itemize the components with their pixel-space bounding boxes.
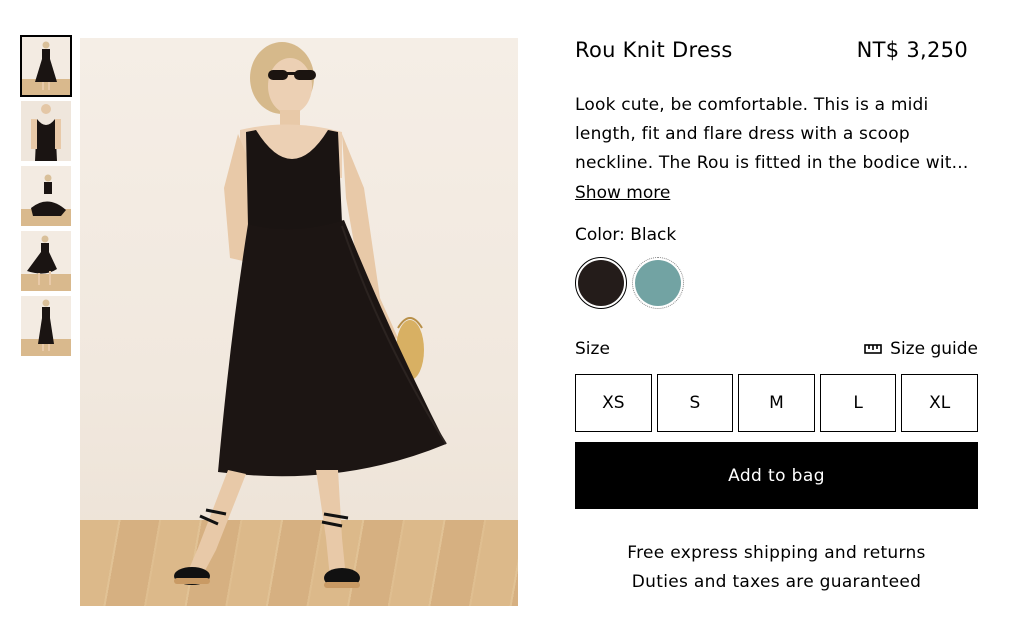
size-m-button[interactable]: M <box>738 374 815 432</box>
title-row: Rou Knit Dress NT$ 3,250 <box>575 38 978 74</box>
thumbnail-4[interactable] <box>21 231 71 291</box>
ruler-icon <box>864 344 882 354</box>
size-xl-button[interactable]: XL <box>901 374 978 432</box>
swatch-teal-dot <box>635 260 681 306</box>
thumbnail-3[interactable] <box>21 166 71 226</box>
thumbnail-5[interactable] <box>21 296 71 356</box>
color-swatches <box>575 257 978 309</box>
swatch-black-dot <box>578 260 624 306</box>
add-to-bag-button[interactable]: Add to bag <box>575 442 978 509</box>
description-line: length, fit and flare dress with a scoop <box>575 124 910 144</box>
color-label: Color: Black <box>575 225 677 245</box>
size-header: Size Size guide <box>575 337 978 361</box>
size-l-button[interactable]: L <box>819 374 897 432</box>
size-xs-button[interactable]: XS <box>575 374 652 432</box>
thumbnail-2[interactable] <box>21 101 71 161</box>
description-line: neckline. The Rou is fitted in the bodic… <box>575 153 969 173</box>
shipping-note: Free express shipping and returns <box>627 543 926 563</box>
product-title: Rou Knit Dress <box>575 38 733 62</box>
size-guide-link[interactable]: Size guide <box>864 339 978 359</box>
size-options: XS S M L XL <box>575 374 978 432</box>
product-description: Look cute, be comfortable. This is a mid… <box>575 91 975 178</box>
model-figure <box>174 42 447 588</box>
thumbnail-1[interactable] <box>20 35 72 97</box>
swatch-black[interactable] <box>575 257 627 309</box>
thumbnail-gallery <box>20 35 73 361</box>
product-info: Rou Knit Dress NT$ 3,250 Look cute, be c… <box>575 38 978 597</box>
show-more-link[interactable]: Show more <box>575 183 670 203</box>
size-label: Size <box>575 339 610 359</box>
product-photo <box>80 38 518 606</box>
swatch-teal[interactable] <box>632 257 684 309</box>
shipping-notes: Free express shipping and returns Duties… <box>575 539 978 597</box>
size-s-button[interactable]: S <box>656 374 734 432</box>
size-guide-label: Size guide <box>890 339 978 359</box>
description-line: Look cute, be comfortable. This is a mid… <box>575 95 929 115</box>
duties-note: Duties and taxes are guaranteed <box>631 572 922 592</box>
product-price: NT$ 3,250 <box>856 38 968 62</box>
